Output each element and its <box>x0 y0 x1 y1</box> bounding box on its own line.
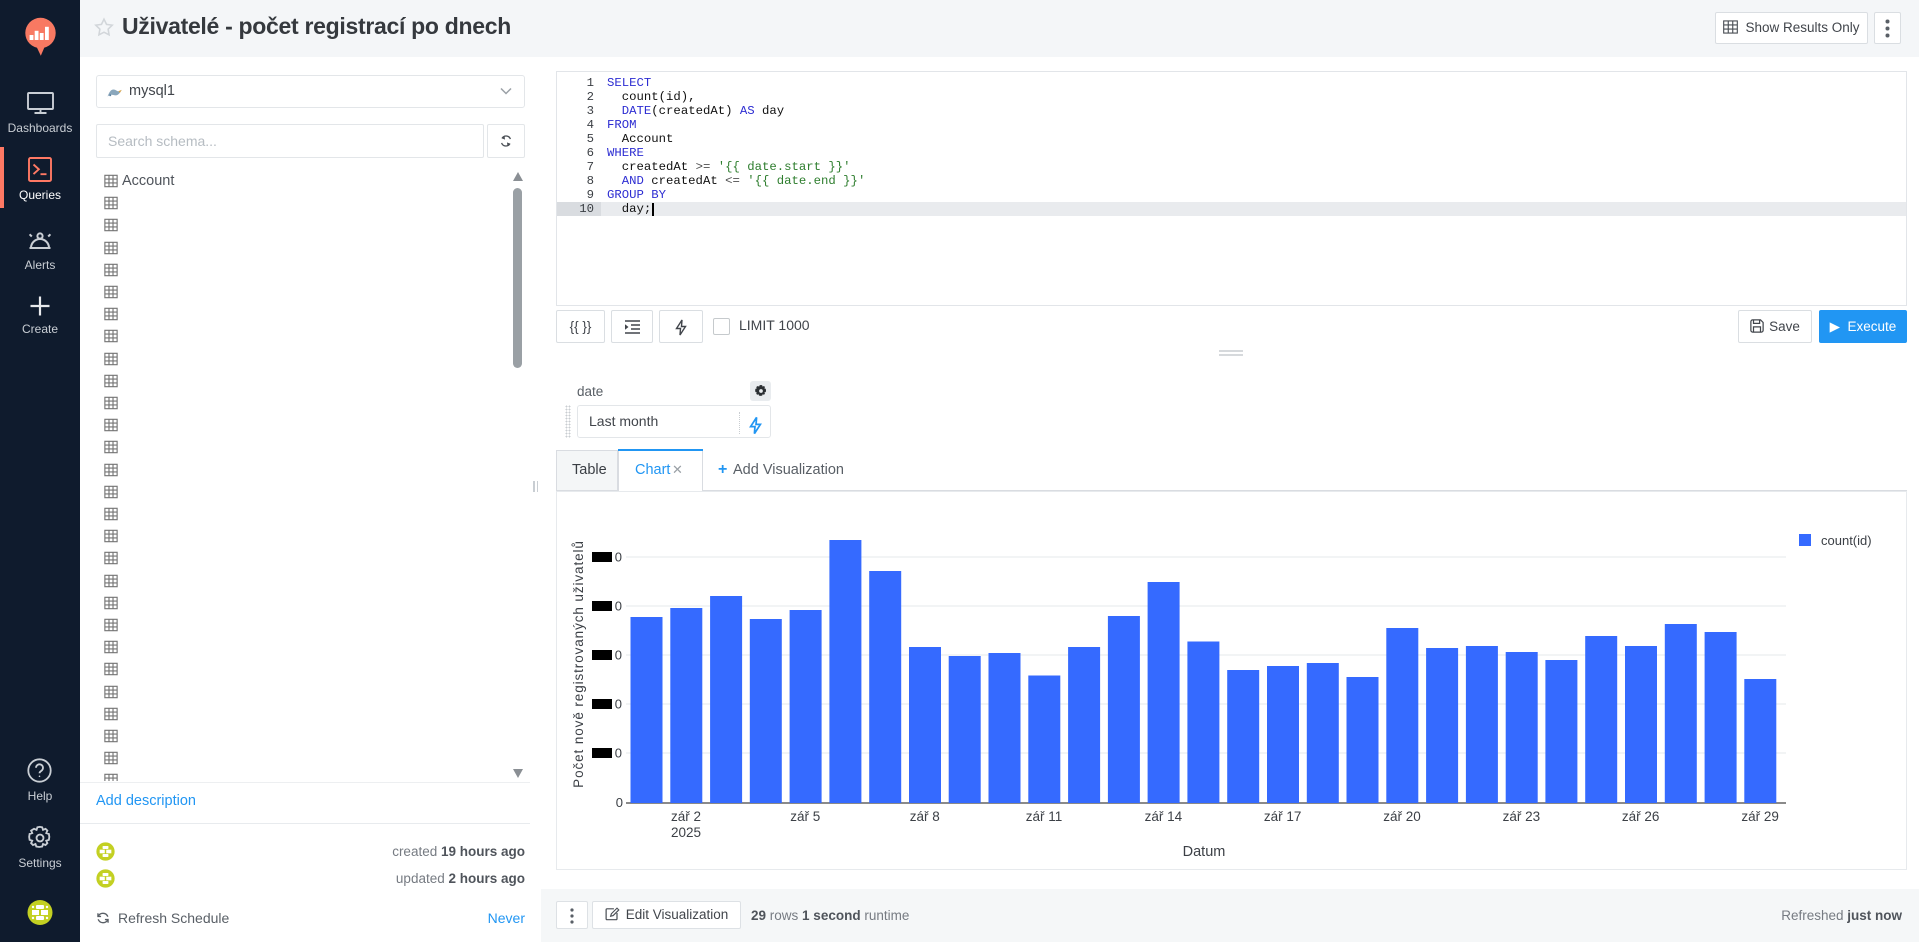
svg-text:zář 11: zář 11 <box>1026 809 1063 824</box>
svg-text:0: 0 <box>615 697 622 712</box>
svg-text:zář 29: zář 29 <box>1741 809 1779 824</box>
svg-text:Datum: Datum <box>1183 844 1226 860</box>
svg-text:zář 5: zář 5 <box>790 809 820 824</box>
svg-text:0: 0 <box>616 795 623 810</box>
svg-text:zář 20: zář 20 <box>1383 809 1421 824</box>
svg-text:count(id): count(id) <box>1821 533 1872 548</box>
svg-text:0: 0 <box>615 599 622 614</box>
svg-text:zář 2: zář 2 <box>671 809 701 824</box>
svg-text:0: 0 <box>615 550 622 565</box>
svg-text:zář 23: zář 23 <box>1503 809 1541 824</box>
svg-text:Počet nově registrovaných uživ: Počet nově registrovaných uživatelů <box>571 540 586 788</box>
svg-text:zář 17: zář 17 <box>1264 809 1302 824</box>
svg-text:0: 0 <box>615 746 622 761</box>
svg-text:zář 26: zář 26 <box>1622 809 1660 824</box>
svg-text:0: 0 <box>615 648 622 663</box>
svg-text:2025: 2025 <box>671 825 701 840</box>
svg-text:zář 14: zář 14 <box>1145 809 1183 824</box>
svg-text:zář 8: zář 8 <box>910 809 940 824</box>
